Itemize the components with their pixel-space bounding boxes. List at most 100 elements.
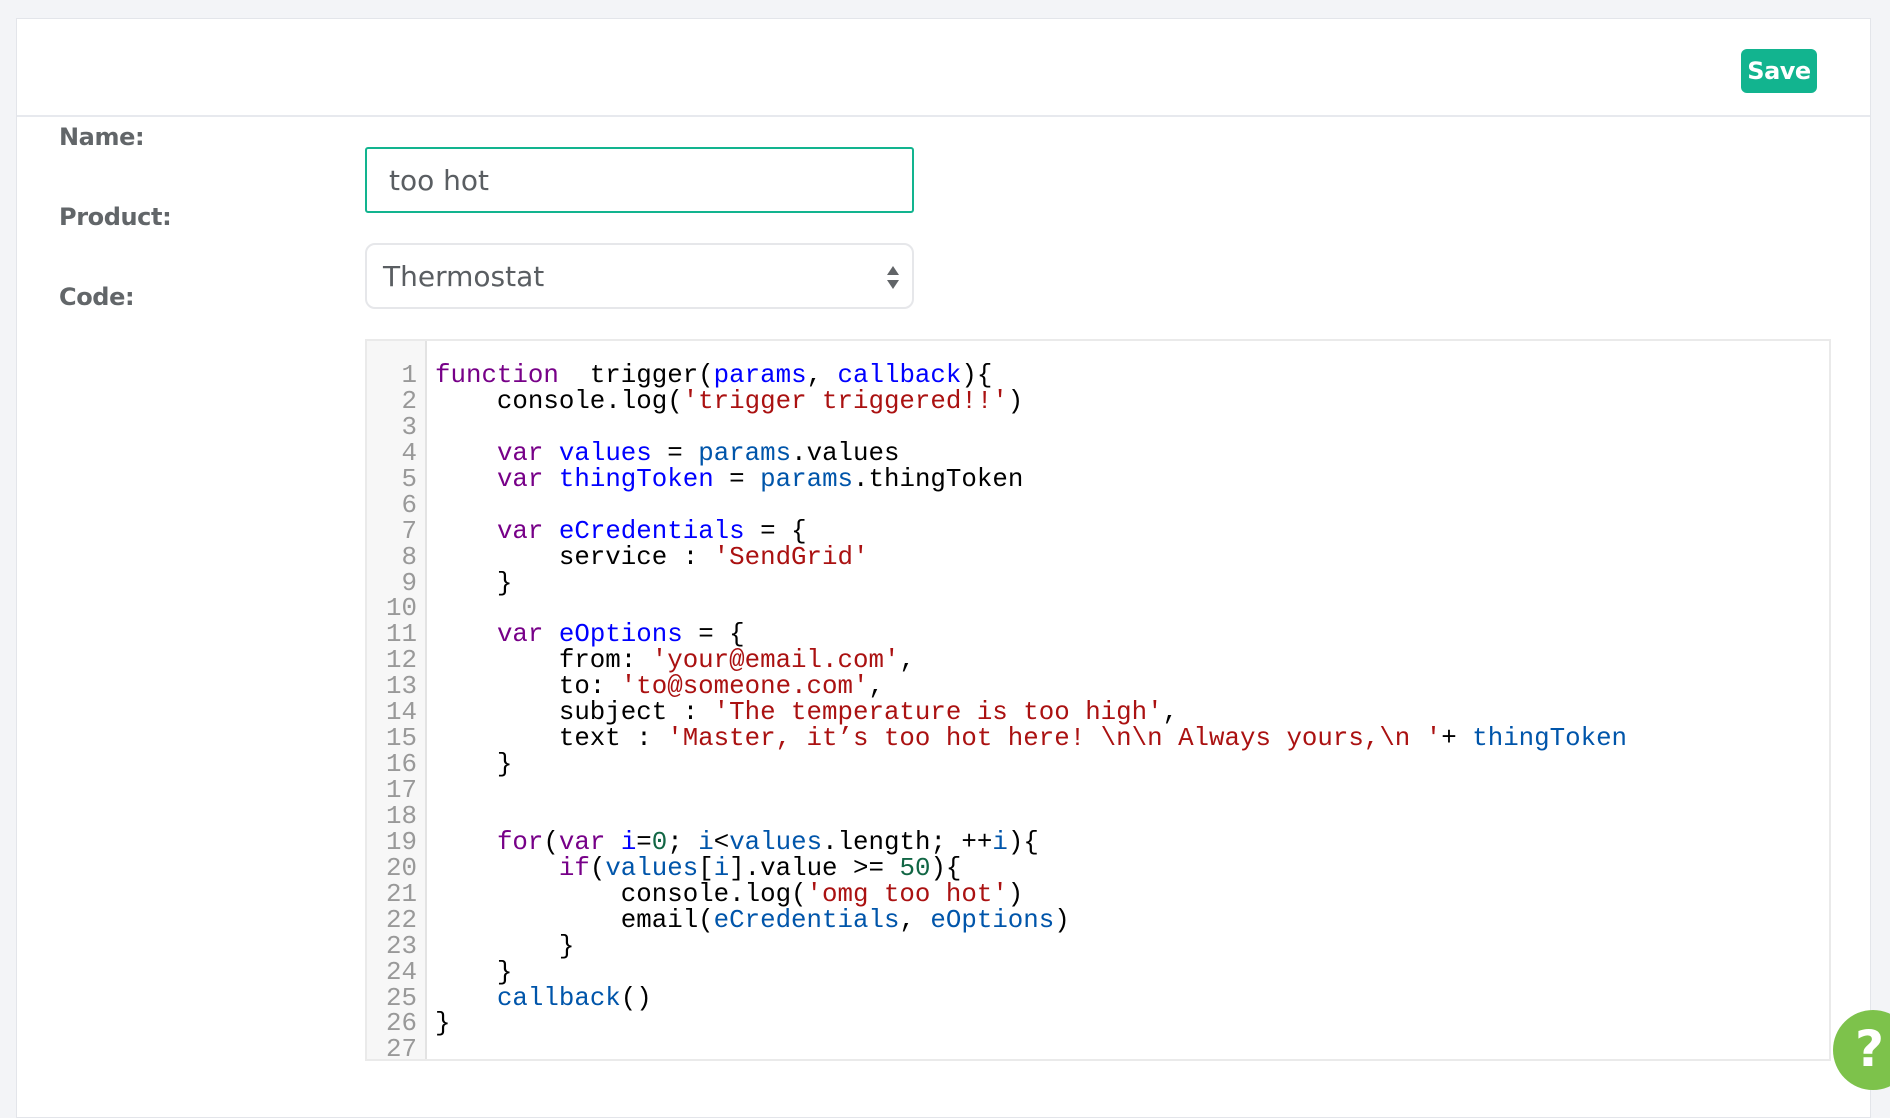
code-line[interactable]: } <box>435 931 1627 961</box>
code-line[interactable]: ​ <box>435 1037 1627 1059</box>
line-number: 13 <box>386 672 417 702</box>
code-token: i <box>713 853 730 883</box>
code-token: params <box>760 464 854 494</box>
trigger-form-card: Save Name: Product: Thermostat Code: 123… <box>16 18 1871 1118</box>
code-token: callback <box>496 983 621 1013</box>
code-token: } <box>435 931 575 961</box>
code-token: () <box>620 983 652 1013</box>
code-token: callback <box>837 361 962 390</box>
code-token: ){ <box>1007 827 1039 857</box>
line-number: 3 <box>401 412 417 442</box>
code-line[interactable]: var eCredentials = { <box>435 516 1627 546</box>
line-number: 25 <box>386 983 417 1013</box>
code-line[interactable]: function trigger(params, callback){ <box>435 363 1627 389</box>
code-line[interactable]: service : 'SendGrid' <box>435 542 1627 572</box>
code-token: values <box>605 853 699 883</box>
code-line[interactable]: var values = params.values <box>435 438 1627 468</box>
code-line[interactable]: callback() <box>435 983 1627 1013</box>
code-token: trigger( <box>558 361 714 390</box>
save-button[interactable]: Save <box>1741 49 1817 93</box>
code-token: ( <box>589 853 606 883</box>
code-token: subject : <box>435 698 714 728</box>
card-header: Save <box>17 19 1870 117</box>
line-number: 7 <box>401 516 417 546</box>
code-line[interactable]: email(eCredentials, eOptions) <box>435 905 1627 935</box>
code-line[interactable]: } <box>435 752 1627 778</box>
code-line[interactable]: text : 'Master, it’s too hot here! \n\n … <box>435 726 1627 752</box>
code-token: , <box>806 361 838 390</box>
code-token: service : <box>435 542 714 572</box>
code-line[interactable]: from: 'your@email.com', <box>435 648 1627 674</box>
name-input[interactable] <box>365 147 914 213</box>
code-token: i <box>620 827 637 857</box>
code-line[interactable]: var eOptions = { <box>435 622 1627 648</box>
code-token: from: <box>435 646 652 676</box>
code-token: = <box>713 464 761 494</box>
code-token: = <box>651 438 699 468</box>
line-number: 24 <box>386 957 417 987</box>
line-number: 5 <box>401 464 417 494</box>
code-token: + <box>1441 724 1473 754</box>
line-number: 20 <box>386 853 417 883</box>
code-token: } <box>435 750 513 780</box>
code-line[interactable]: to: 'to@someone.com', <box>435 674 1627 700</box>
line-number: 23 <box>386 931 417 961</box>
code-token: function <box>435 361 559 390</box>
code-line[interactable]: subject : 'The temperature is too high', <box>435 700 1627 726</box>
code-line[interactable]: } <box>435 570 1627 597</box>
code-line[interactable]: console.log('omg too hot') <box>435 879 1627 909</box>
line-numbers: 1 2 3 4 5 6 7 8 9 10 11 12 13 14 15 16 17 18 19 20 21 22 23 24 2… <box>367 363 417 1059</box>
code-token: eCredentials <box>713 905 900 935</box>
line-number: 18 <box>386 801 417 831</box>
code-token: < <box>713 827 730 857</box>
product-select[interactable]: Thermostat <box>365 243 914 309</box>
code-lines[interactable]: function trigger(params, callback){ cons… <box>435 363 1627 1059</box>
code-token: to: <box>435 672 621 702</box>
name-label: Name: <box>59 123 145 151</box>
code-line[interactable]: console.log('trigger triggered!!') <box>435 386 1627 416</box>
code-token: } <box>435 957 513 987</box>
code-token: 0 <box>651 827 668 857</box>
line-number: 16 <box>386 750 417 780</box>
code-token: 'omg too hot' <box>806 879 1008 909</box>
code-line[interactable]: ​ <box>435 778 1627 804</box>
code-token: i <box>698 827 714 857</box>
code-token: eCredentials <box>558 516 745 546</box>
code-line[interactable]: } <box>435 957 1627 987</box>
line-number: 14 <box>386 698 417 728</box>
line-number: 9 <box>401 568 417 598</box>
code-token: ) <box>1007 386 1024 416</box>
code-line[interactable]: ​ <box>435 415 1627 441</box>
code-token: i <box>992 827 1008 857</box>
select-arrows-icon <box>887 266 899 289</box>
code-token: .length; ++ <box>822 827 993 857</box>
code-token: var <box>496 438 544 468</box>
code-token: var <box>558 827 606 857</box>
code-line[interactable]: ​ <box>435 804 1627 830</box>
code-token: var <box>496 516 544 546</box>
code-token: ){ <box>961 361 993 390</box>
code-line[interactable]: ​ <box>435 493 1627 519</box>
code-token: params <box>698 438 792 468</box>
code-token: ( <box>543 827 559 857</box>
code-line[interactable]: } <box>435 1011 1627 1037</box>
code-token: .values <box>791 438 900 468</box>
code-line[interactable]: for(var i=0; i<values.length; ++i){ <box>435 827 1627 857</box>
code-editor[interactable]: 1 2 3 4 5 6 7 8 9 10 11 12 13 14 15 16 17 18 19 20 21 22 23 24 2… <box>365 339 1831 1061</box>
code-token: for <box>496 827 544 857</box>
code-token: ].value >= <box>729 853 900 883</box>
code-line[interactable]: ​ <box>435 596 1627 622</box>
code-line[interactable]: if(values[i].value >= 50){ <box>435 853 1627 883</box>
code-token: 'The temperature is too high' <box>713 698 1163 728</box>
code-line[interactable]: var thingToken = params.thingToken <box>435 464 1627 494</box>
code-token: [ <box>698 853 714 883</box>
line-number: 2 <box>401 386 417 416</box>
code-token: 'SendGrid' <box>713 542 869 572</box>
